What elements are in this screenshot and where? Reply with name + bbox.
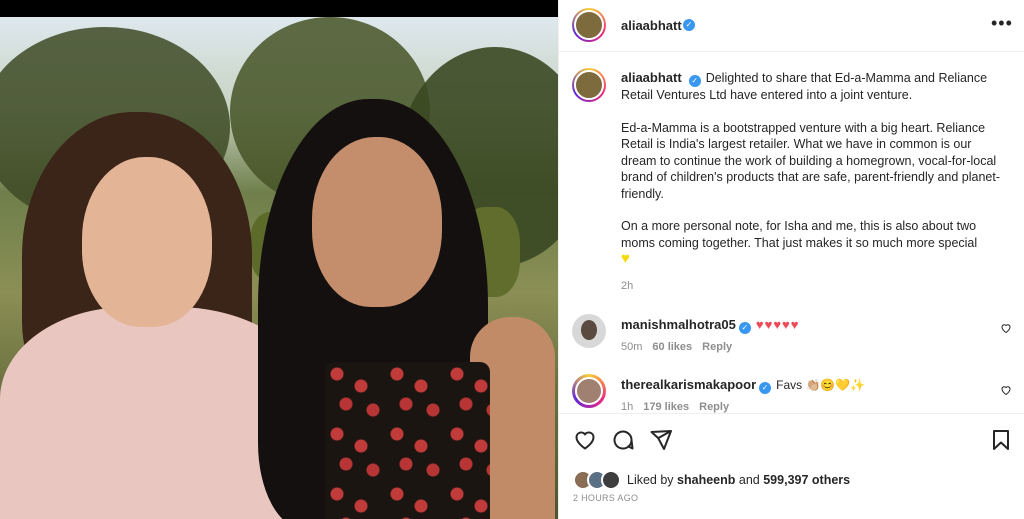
comment-time[interactable]: 50m <box>621 341 642 353</box>
liked-by-summary[interactable]: Liked by shaheenb and 599,397 others <box>573 470 850 490</box>
verified-badge-icon: ✓ <box>738 322 751 334</box>
post-detail-panel: aliaabhatt ✓ ••• aliaabhatt ✓ Delighted to… <box>558 0 1024 519</box>
save-bookmark-icon[interactable] <box>989 428 1013 452</box>
commenter-username[interactable]: manishmalhotra05 <box>621 317 736 332</box>
caption-timestamp[interactable]: 2h <box>621 280 633 292</box>
post-header: aliaabhatt ✓ ••• <box>559 0 1024 52</box>
comment-like-heart-icon[interactable] <box>1000 322 1012 337</box>
post-actions: Liked by shaheenb and 599,397 others 2 H… <box>559 413 1024 519</box>
comment-reply-button[interactable]: Reply <box>702 341 732 353</box>
comment-body: Favs 👏🏼😊💛✨ <box>776 378 866 392</box>
comment-meta: 50m 60 likes Reply <box>621 341 742 353</box>
comment-like-heart-icon[interactable] <box>1000 384 1012 399</box>
caption-username[interactable]: aliaabhatt <box>621 70 682 85</box>
like-heart-icon[interactable] <box>573 428 597 452</box>
verified-badge-icon: ✓ <box>688 75 701 87</box>
top-black-bar <box>0 0 558 17</box>
liked-by-user[interactable]: shaheenb <box>677 473 735 487</box>
comment-text-line: therealkarismakapoor ✓ Favs 👏🏼😊💛✨ <box>621 377 865 394</box>
person-left-face <box>82 157 212 327</box>
share-paper-plane-icon[interactable] <box>649 428 673 452</box>
post-caption: aliaabhatt ✓ Delighted to share that Ed-a-… <box>621 70 1001 268</box>
verified-badge-icon: ✓ <box>759 382 772 394</box>
comment-likes[interactable]: 179 likes <box>643 401 689 413</box>
comment-meta: 1h 179 likes Reply <box>621 401 739 413</box>
comment-text-line: manishmalhotra05 ✓ ♥♥♥♥♥ <box>621 317 799 334</box>
caption-paragraph-3: On a more personal note, for Isha and me… <box>621 219 978 250</box>
comment: therealkarismakapoor ✓ Favs 👏🏼😊💛✨ 1h 179 li… <box>559 372 1024 413</box>
author-username[interactable]: aliaabhatt <box>621 18 682 33</box>
comment-time[interactable]: 1h <box>621 401 633 413</box>
person-right-face <box>312 137 442 307</box>
yellow-heart-emoji-icon: ♥ <box>621 250 630 267</box>
commenter-username[interactable]: therealkarismakapoor <box>621 377 756 392</box>
commenter-avatar[interactable] <box>572 314 606 348</box>
verified-badge-icon: ✓ <box>683 19 695 31</box>
more-options-icon[interactable]: ••• <box>991 14 1013 32</box>
comment-likes[interactable]: 60 likes <box>652 341 692 353</box>
post-age[interactable]: 2 HOURS AGO <box>573 493 638 503</box>
caption-author-avatar[interactable] <box>572 68 606 102</box>
comment-body: ♥♥♥♥♥ <box>755 317 800 332</box>
commenter-avatar[interactable] <box>572 374 606 408</box>
post-photo[interactable] <box>0 17 558 519</box>
caption-paragraph-2: Ed-a-Mamma is a bootstrapped venture wit… <box>621 120 1000 201</box>
liker-avatars <box>573 470 623 490</box>
liked-by-prefix: Liked by <box>627 473 674 487</box>
liked-by-count[interactable]: 599,397 others <box>763 473 850 487</box>
liked-by-and: and <box>738 473 760 487</box>
comment-reply-button[interactable]: Reply <box>699 401 729 413</box>
author-avatar[interactable] <box>572 8 606 42</box>
person-right-dress <box>325 362 490 519</box>
comment-bubble-icon[interactable] <box>611 428 635 452</box>
comment: manishmalhotra05 ✓ ♥♥♥♥♥ 50m 60 likes Reply <box>559 312 1024 362</box>
